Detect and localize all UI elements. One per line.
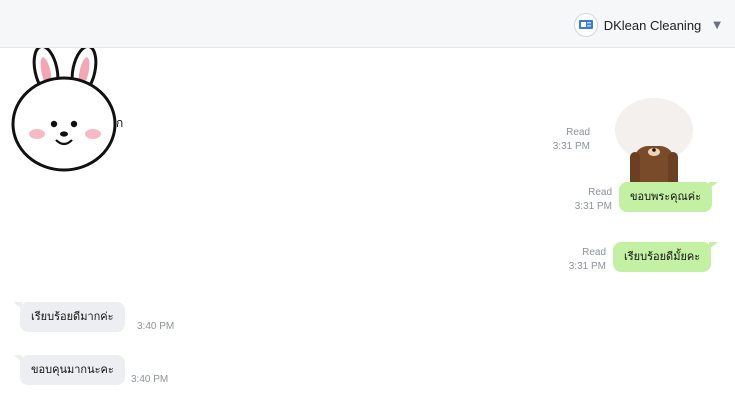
bubble-tail	[709, 242, 718, 249]
message-time: 3:40 PM	[131, 374, 169, 385]
read-receipt: Read 3:31 PM	[542, 186, 612, 214]
outgoing-message-bubble[interactable]: ขอบพระคุณค่ะ	[619, 182, 713, 212]
read-status: Read	[566, 127, 590, 138]
brown-bear-sticker[interactable]	[614, 96, 694, 196]
chevron-down-icon[interactable]: ▼	[713, 20, 721, 31]
outgoing-message-bubble[interactable]: เรียบร้อยดีมั้ยคะ	[613, 242, 712, 272]
read-receipt: Read 3:31 PM	[536, 246, 606, 274]
message-time: 3:40 PM	[137, 321, 175, 332]
account-switcher[interactable]: DKlean Cleaning ▼	[573, 12, 721, 38]
incoming-message-bubble[interactable]: เรียบร้อยดีมากค่ะ	[20, 302, 125, 332]
incoming-message-bubble[interactable]: ขอบคุนมากนะคะ	[20, 355, 125, 385]
message-time: 3:31 PM	[552, 141, 590, 152]
bubble-tail	[709, 182, 718, 189]
company-logo-icon	[573, 13, 598, 37]
message-time: 3:31 PM	[574, 201, 612, 212]
read-receipt: Read 3:31 PM	[520, 126, 590, 154]
cony-sticker[interactable]	[8, 48, 120, 174]
chat-header: DKlean Cleaning ▼	[0, 0, 735, 48]
message-time: 3:31 PM	[568, 261, 606, 272]
partial-message-text: ก	[116, 116, 124, 130]
read-status: Read	[588, 187, 612, 198]
account-name: DKlean Cleaning	[603, 17, 702, 33]
read-status: Read	[582, 247, 606, 258]
message-list: ก Read 3:31 PM Read 3:31 PM ขอบพระคุณค่ะ…	[0, 48, 735, 415]
